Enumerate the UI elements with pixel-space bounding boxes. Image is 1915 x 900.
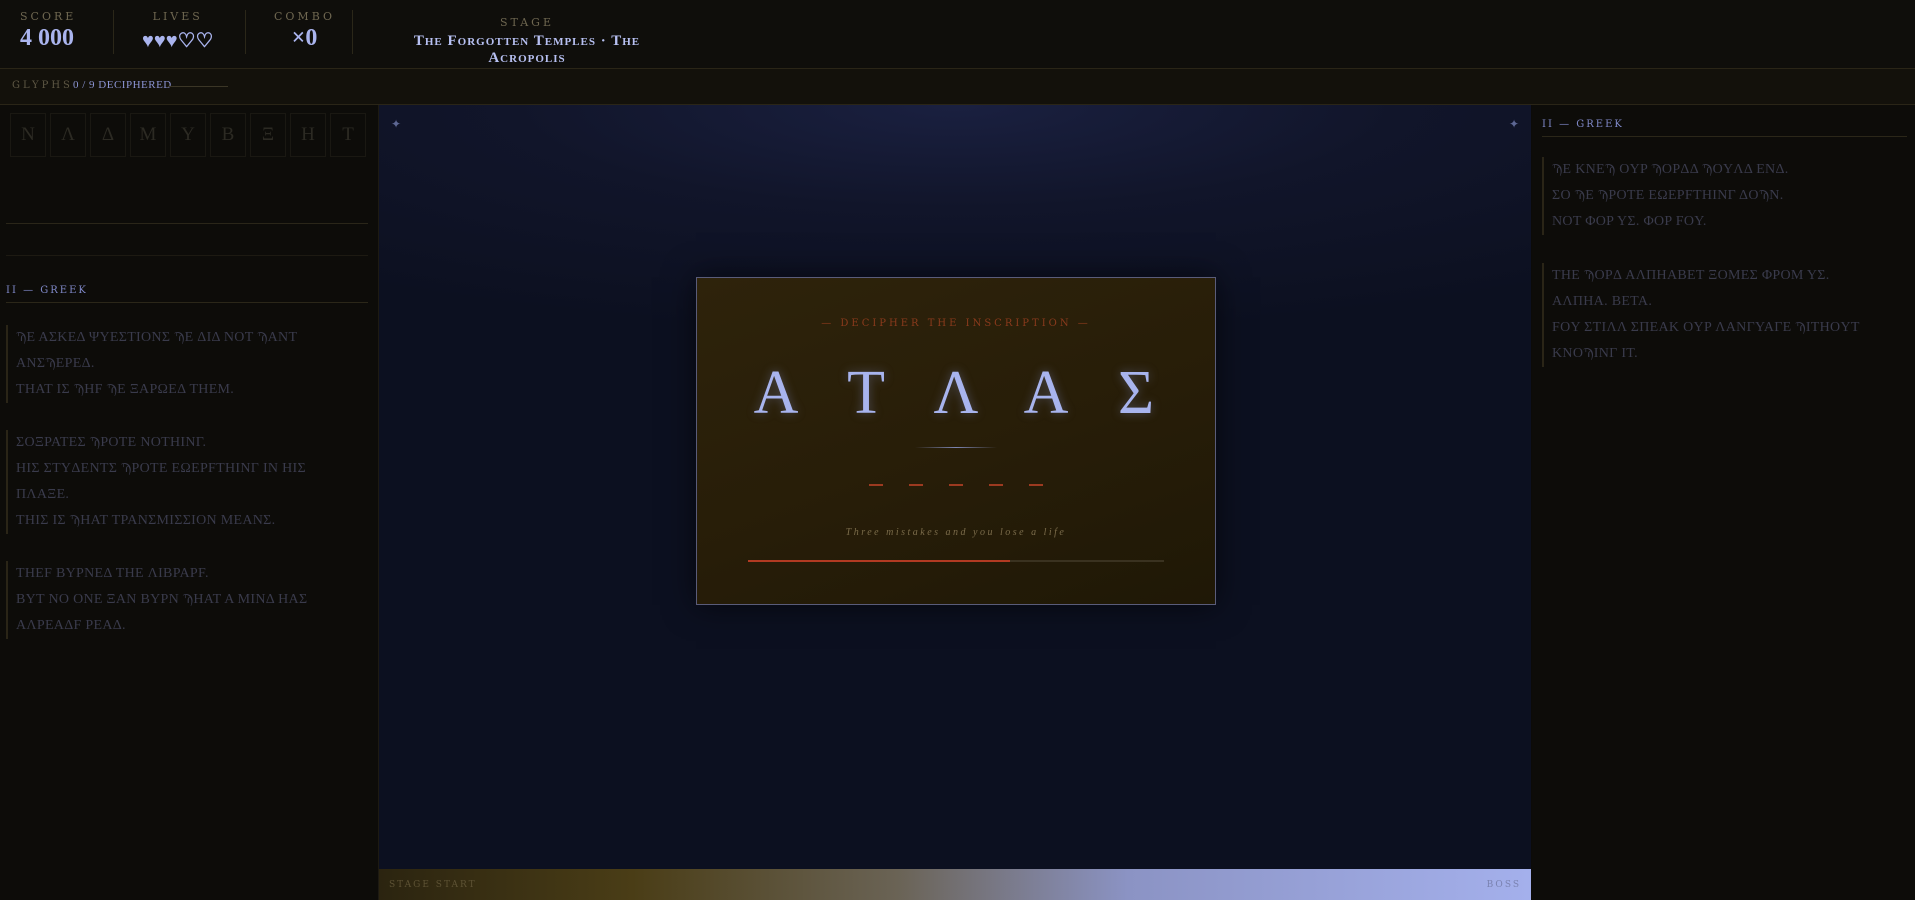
hud-separator (352, 10, 353, 54)
glyph-cell[interactable]: Δ (90, 113, 126, 157)
answer-slot[interactable] (909, 484, 923, 486)
stage-label: STAGE (499, 16, 555, 29)
verse-line: AΛΠHA. BETA. (1552, 294, 1653, 309)
verse-line: ϠE AΣKEΔ ΨYEΣTIONΣ ϠE ΔIΔ NOT ϠANT ANΣϠE… (16, 330, 298, 371)
verse-line: THEF BYPNEΔ THE ΛIBPAPF. (16, 566, 209, 581)
inscription-letter: Α (1023, 359, 1069, 427)
glyph-cell[interactable]: Ξ (250, 113, 286, 157)
right-section-heading: II — GREEK (1542, 119, 1624, 130)
inscription-letter: Α (753, 359, 799, 427)
verse-block: ϠE AΣKEΔ ΨYEΣTIONΣ ϠE ΔIΔ NOT ϠANT ANΣϠE… (6, 325, 356, 403)
left-section-heading: II — GREEK (6, 285, 88, 296)
answer-slot[interactable] (949, 484, 963, 486)
glyph-cell[interactable]: M (130, 113, 166, 157)
glyph-cell[interactable]: Y (170, 113, 206, 157)
glyph-cell[interactable]: H (290, 113, 326, 157)
left-panel: NΛΔMYBΞHT II — GREEK ϠE AΣKEΔ ΨYEΣTIONΣ … (0, 105, 379, 900)
hud-separator (113, 10, 114, 54)
stage-stat: STAGE The Forgotten Temples · The Acropo… (382, 16, 672, 67)
card-divider (915, 447, 997, 448)
lives-hearts-icon: ♥♥♥♡♡ (142, 30, 214, 52)
stage-title: The Forgotten Temples · The Acropolis (413, 33, 641, 66)
glyph-cell[interactable]: T (330, 113, 366, 157)
section-rule (1542, 136, 1907, 137)
glyph-cell[interactable]: N (10, 113, 46, 157)
hud-separator (245, 10, 246, 54)
verse-line: THIΣ IΣ ϠHAT TPANΣMIΣΣION MEANΣ. (16, 513, 276, 528)
combo-stat: COMBO ×0 (274, 10, 335, 52)
glyph-grid: NΛΔMYBΞHT (10, 113, 370, 163)
verse-block: THEF BYPNEΔ THE ΛIBPAPF. BYT NO ONE ΞAN … (6, 561, 356, 639)
answer-slot[interactable] (1029, 484, 1043, 486)
hud-bar: SCORE 4 000 LIVES ♥♥♥♡♡ COMBO ×0 STAGE T… (0, 0, 1915, 69)
corner-star-icon: ✦ (1508, 117, 1519, 131)
timer-track (748, 560, 1164, 562)
lives-stat: LIVES ♥♥♥♡♡ (142, 10, 213, 53)
verse-block: ΣOΞPATEΣ ϠPOTE NOTHINΓ. HIΣ ΣTYΔENTΣ ϠPO… (6, 430, 356, 534)
verse-line: ΣOΞPATEΣ ϠPOTE NOTHINΓ. (16, 435, 207, 450)
verse-line: HIΣ ΣTYΔENTΣ ϠPOTE EΩEPFTHINΓ IN HIΣ ΠΛA… (16, 461, 306, 502)
verse-line: ϠE KNEϠ OYP ϠOPΔΔ ϠOYΛΔ ENΔ. (1552, 162, 1789, 177)
answer-slot[interactable] (989, 484, 1003, 486)
right-panel: II — GREEK ϠE KNEϠ OYP ϠOPΔΔ ϠOYΛΔ ENΔ. … (1532, 105, 1915, 900)
combo-label: COMBO (274, 10, 336, 23)
verse-line: ΣO ϠE ϠPOTE EΩEPFTHINΓ ΔOϠN. (1552, 188, 1784, 203)
glyphs-deciphered-count: 0 / 9 DECIPHERED (73, 79, 172, 91)
score-value: 4 000 (20, 25, 74, 51)
inscription-card: — DECIPHER THE INSCRIPTION — ΑΤΛΑΣ Three… (696, 277, 1216, 605)
verse-line: THE ϠOPΔ AΛΠHABET ΞOMEΣ ΦPOM YΣ. (1552, 268, 1830, 283)
inscription-letter: Σ (1117, 359, 1155, 427)
stage-start-label: STAGE START (389, 880, 477, 890)
inscription-title: — DECIPHER THE INSCRIPTION — (821, 318, 1091, 329)
glyph-cell[interactable]: Λ (50, 113, 86, 157)
glyphs-progress-line (168, 86, 228, 87)
glyphs-label: GLYPHS (12, 80, 73, 91)
timer-fill (748, 560, 1011, 562)
verse-block: ϠE KNEϠ OYP ϠOPΔΔ ϠOYΛΔ ENΔ. ΣO ϠE ϠPOTE… (1542, 157, 1892, 235)
boss-label: BOSS (1486, 880, 1521, 890)
corner-star-icon: ✦ (391, 117, 402, 131)
stage-progress-bar: STAGE START BOSS (379, 869, 1531, 900)
answer-slot[interactable] (869, 484, 883, 486)
lives-label: LIVES (152, 10, 203, 23)
glyph-cell[interactable]: B (210, 113, 246, 157)
combo-value: ×0 (291, 25, 318, 51)
score-label: SCORE (20, 10, 77, 23)
mistake-hint: Three mistakes and you lose a life (845, 527, 1067, 538)
divider (6, 223, 368, 224)
glyph-progress-bar: GLYPHS 0 / 9 DECIPHERED (0, 69, 1915, 105)
inscription-letters: ΑΤΛΑΣ (697, 358, 1215, 429)
verse-block: THE ϠOPΔ AΛΠHABET ΞOMEΣ ΦPOM YΣ. AΛΠHA. … (1542, 263, 1892, 367)
inscription-letter: Τ (847, 359, 885, 427)
verse-line: BYT NO ONE ΞAN BYPN ϠHAT A MINΔ HAΣ AΛPE… (16, 592, 308, 633)
answer-slots[interactable] (697, 473, 1215, 491)
verse-line: NOT ΦOP YΣ. ΦOP FOY. (1552, 214, 1707, 229)
verse-line: FOY ΣTIΛΛ ΣΠEAK OYP ΛANΓYAΓE ϠITHOYT KNO… (1552, 320, 1860, 361)
section-rule (6, 302, 368, 303)
score-stat: SCORE 4 000 (20, 10, 76, 52)
verse-line: THAT IΣ ϠHF ϠE ΞAPΩEΔ THEM. (16, 382, 235, 397)
inscription-letter: Λ (933, 359, 979, 427)
divider (6, 255, 368, 256)
